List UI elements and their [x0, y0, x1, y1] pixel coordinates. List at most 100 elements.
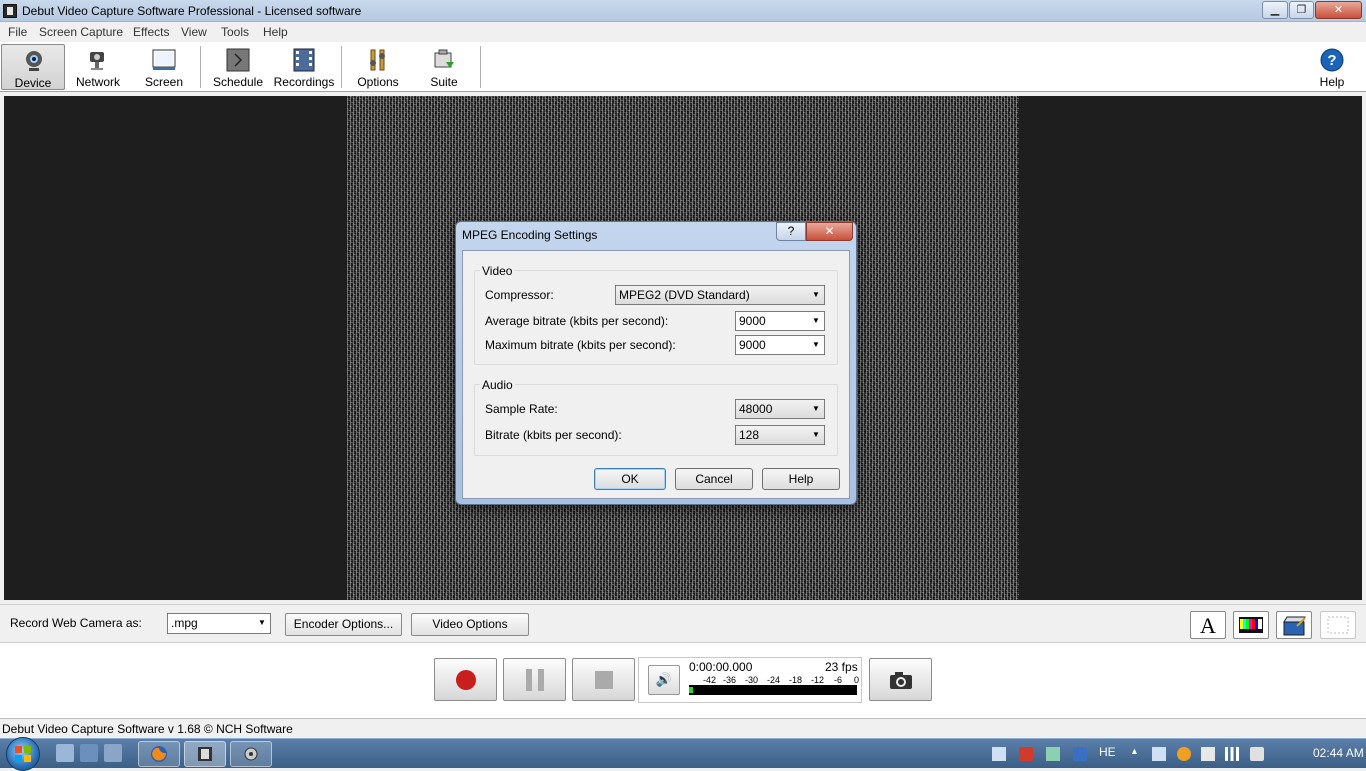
- tray-power-icon[interactable]: [1019, 747, 1033, 761]
- screen-button[interactable]: Screen: [132, 44, 196, 90]
- camera-icon: [890, 672, 912, 689]
- film-icon: [293, 48, 315, 72]
- taskbar-firefox[interactable]: [138, 741, 180, 767]
- meter-tick: -6: [834, 675, 843, 685]
- gear-icon: [244, 747, 258, 761]
- chevron-down-icon: ▼: [812, 290, 820, 299]
- crop-button[interactable]: [1320, 611, 1356, 639]
- avg-bitrate-combo[interactable]: 9000 ▼: [735, 311, 825, 331]
- options-label: Options: [357, 75, 399, 89]
- chevron-down-icon[interactable]: ▼: [808, 312, 824, 330]
- tray-display-icon[interactable]: [1152, 747, 1166, 761]
- dialog-body: Video Compressor: MPEG2 (DVD Standard) ▼…: [462, 250, 850, 499]
- video-options-button[interactable]: Video Options: [411, 613, 529, 636]
- meter-tick: -36: [723, 675, 737, 685]
- menu-view[interactable]: View: [181, 25, 207, 39]
- menu-effects[interactable]: Effects: [133, 25, 169, 39]
- clapperboard-icon: [1283, 616, 1306, 636]
- tray-feather-icon[interactable]: [1046, 747, 1060, 761]
- status-bar: Debut Video Capture Software v 1.68 © NC…: [0, 718, 1366, 738]
- tray-device-icon[interactable]: [1201, 747, 1215, 761]
- debut-app-icon: [198, 747, 212, 761]
- help-label: Help: [1319, 75, 1345, 89]
- format-select[interactable]: .mpg ▼: [167, 613, 271, 634]
- pause-button[interactable]: [503, 658, 566, 701]
- recordings-button[interactable]: Recordings: [272, 44, 336, 90]
- signal-icon[interactable]: [1225, 747, 1239, 761]
- schedule-label: Schedule: [212, 75, 264, 89]
- suite-icon: [434, 49, 454, 68]
- network-camera-icon: [90, 52, 104, 70]
- chevron-down-icon[interactable]: ▼: [808, 336, 824, 354]
- toolbar-separator: [480, 46, 481, 88]
- options-button[interactable]: Options: [346, 44, 410, 90]
- suite-button[interactable]: Suite: [412, 44, 476, 90]
- taskbar-debut[interactable]: [184, 741, 226, 767]
- suite-label: Suite: [430, 75, 458, 89]
- dialog-close-button[interactable]: ✕: [806, 222, 853, 241]
- sample-rate-label: Sample Rate:: [485, 402, 558, 416]
- network-button[interactable]: Network: [66, 44, 130, 90]
- video-effects-button[interactable]: [1276, 611, 1312, 639]
- volume-button[interactable]: 🔊: [648, 665, 680, 695]
- menu-help[interactable]: Help: [263, 25, 288, 39]
- menu-tools[interactable]: Tools: [221, 25, 249, 39]
- audio-bitrate-label: Bitrate (kbits per second):: [485, 428, 622, 442]
- tray-expand-icon[interactable]: ▲: [1130, 746, 1139, 756]
- options-tools-icon: [370, 49, 385, 71]
- schedule-button[interactable]: Schedule: [206, 44, 270, 90]
- webcam-icon: [26, 51, 42, 71]
- quick-launch-icon[interactable]: [80, 744, 98, 762]
- ok-button[interactable]: OK: [594, 468, 666, 490]
- close-button[interactable]: ✕: [1315, 1, 1362, 19]
- tray-update-icon[interactable]: [1177, 747, 1191, 761]
- meter-tick: -42: [703, 675, 717, 685]
- menu-bar: File Screen Capture Effects View Tools H…: [0, 22, 1366, 42]
- menu-file[interactable]: File: [8, 25, 27, 39]
- menu-screen-capture[interactable]: Screen Capture: [39, 25, 123, 39]
- video-group-title: Video: [480, 264, 515, 278]
- taskbar-settings[interactable]: [230, 741, 272, 767]
- help-button[interactable]: ? Help: [1300, 44, 1364, 90]
- audio-bitrate-value: 128: [739, 428, 760, 442]
- volume-icon[interactable]: [1250, 747, 1264, 761]
- record-button[interactable]: [434, 658, 497, 701]
- timecode: 0:00:00.000: [689, 660, 753, 674]
- transport-bar: 🔊 0:00:00.000 23 fps -42 -36 -30 -24 -18…: [0, 642, 1366, 718]
- max-bitrate-combo[interactable]: 9000 ▼: [735, 335, 825, 355]
- toolbar-separator: [341, 46, 342, 88]
- text-overlay-button[interactable]: A: [1190, 611, 1226, 639]
- dialog-title: MPEG Encoding Settings: [462, 228, 598, 242]
- device-button[interactable]: Device: [1, 44, 65, 90]
- compressor-label: Compressor:: [485, 288, 554, 302]
- start-button[interactable]: [6, 737, 40, 771]
- minimize-button[interactable]: ▁: [1262, 1, 1288, 19]
- encoder-options-button[interactable]: Encoder Options...: [285, 613, 402, 636]
- language-indicator[interactable]: HE: [1099, 745, 1116, 759]
- network-label: Network: [75, 75, 120, 89]
- dialog-help-button[interactable]: ?: [776, 222, 806, 241]
- audio-bitrate-select[interactable]: 128 ▼: [735, 425, 825, 445]
- cancel-button[interactable]: Cancel: [675, 468, 753, 490]
- audio-group: [474, 384, 838, 456]
- meter-tick: -18: [789, 675, 803, 685]
- clock[interactable]: 02:44 AM: [1313, 746, 1364, 760]
- dialog-help-text-button[interactable]: Help: [762, 468, 840, 490]
- snapshot-button[interactable]: [869, 658, 932, 701]
- stop-button[interactable]: [572, 658, 635, 701]
- keyboard-icon[interactable]: [104, 744, 122, 762]
- show-desktop-icon[interactable]: [56, 744, 74, 762]
- color-adjust-button[interactable]: [1233, 611, 1269, 639]
- screen-icon: [152, 49, 176, 70]
- sample-rate-select[interactable]: 48000 ▼: [735, 399, 825, 419]
- toolbar-separator: [200, 46, 201, 88]
- maximize-button[interactable]: ❐: [1289, 1, 1314, 19]
- compressor-select[interactable]: MPEG2 (DVD Standard) ▼: [615, 285, 825, 305]
- meter-tick: -24: [767, 675, 781, 685]
- mpeg-encoding-dialog: MPEG Encoding Settings ? ✕ Video Compres…: [455, 221, 857, 505]
- tray-monitor-icon[interactable]: [992, 747, 1006, 761]
- status-text: Debut Video Capture Software v 1.68 © NC…: [2, 722, 293, 736]
- sample-rate-value: 48000: [739, 402, 773, 416]
- tray-network-icon[interactable]: [1073, 747, 1087, 761]
- meter-tick: -12: [811, 675, 825, 685]
